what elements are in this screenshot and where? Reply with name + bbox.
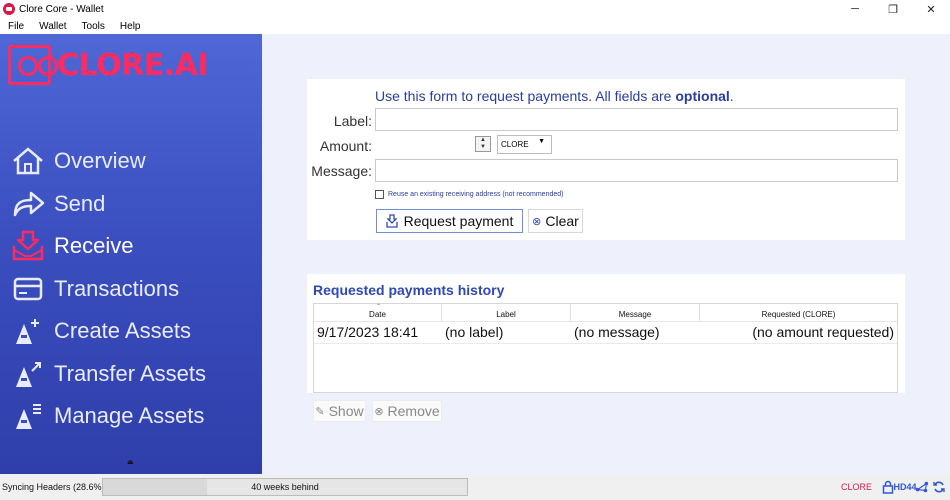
clear-button[interactable]: ⊗ Clear <box>528 209 583 233</box>
unit-indicator[interactable]: CLORE <box>841 482 872 492</box>
network-icon[interactable] <box>915 479 929 495</box>
request-payment-button[interactable]: Request payment <box>376 209 523 233</box>
clear-icon: ⊗ <box>532 215 542 228</box>
reuse-address-row[interactable]: Reuse an existing receiving address (not… <box>375 190 563 199</box>
minimize-button[interactable]: ─ <box>836 0 874 18</box>
history-title: Requested payments history <box>313 282 505 298</box>
window-title: Clore Core - Wallet <box>19 3 104 15</box>
column-requested[interactable]: Requested (CLORE) <box>700 304 897 321</box>
menu-wallet[interactable]: Wallet <box>39 21 66 32</box>
label-field-label: Label: <box>333 113 372 129</box>
sync-status-text: Syncing Headers (28.6%)... <box>2 482 113 492</box>
gpu-chip-icon <box>8 45 59 85</box>
sidebar-nav: Overview Send Receive Transactions Creat… <box>10 140 206 438</box>
sort-indicator-icon: ⌃ <box>376 304 382 310</box>
amount-spinner[interactable]: ▲ ▼ <box>475 136 491 152</box>
sidebar-item-manage-assets[interactable]: Manage Assets <box>10 395 206 438</box>
sidebar-item-label: Overview <box>54 148 146 174</box>
restore-button[interactable]: ❐ <box>874 0 912 18</box>
show-button[interactable]: ✎ Show <box>313 400 366 422</box>
title-bar: Clore Core - Wallet ─ ❐ ✕ <box>0 0 950 18</box>
show-label: Show <box>328 403 364 419</box>
manage-assets-icon <box>10 400 46 432</box>
status-icons: CLORE HD 44 <box>841 479 946 495</box>
receive-inbox-icon <box>10 230 46 262</box>
sync-progress-text: 40 weeks behind <box>251 482 319 492</box>
hd-wallet-icon: HD 44 <box>893 482 917 492</box>
sidebar-item-label: Create Assets <box>54 318 191 344</box>
send-arrow-icon <box>10 188 46 220</box>
history-table[interactable]: ⌃ Date Label Message Requested (CLORE) 9… <box>313 303 898 393</box>
dropdown-arrow-icon: ▼ <box>538 138 545 145</box>
sidebar-item-label: Manage Assets <box>54 403 205 429</box>
cell-amount: (no amount requested) <box>752 324 894 340</box>
logo-text: CLORE.AI <box>57 47 208 83</box>
request-payment-label: Request payment <box>403 213 514 229</box>
message-input[interactable] <box>375 159 898 182</box>
transfer-assets-icon <box>10 358 46 390</box>
app-icon <box>3 3 15 15</box>
remove-button[interactable]: ⊗ Remove <box>372 400 442 422</box>
clear-label: Clear <box>545 213 579 229</box>
sidebar-item-transactions[interactable]: Transactions <box>10 268 206 311</box>
clore-logo: CLORE.AI <box>8 40 208 90</box>
sidebar-item-label: Send <box>54 190 106 216</box>
column-message[interactable]: Message <box>571 304 700 321</box>
create-assets-icon <box>10 315 46 347</box>
reuse-address-label: Reuse an existing receiving address (not… <box>388 191 564 198</box>
receive-page: Use this form to request payments. All f… <box>262 34 950 474</box>
menu-bar: File Wallet Tools Help <box>0 18 950 34</box>
menu-tools[interactable]: Tools <box>82 21 105 32</box>
cell-message: (no message) <box>574 324 660 340</box>
reuse-address-checkbox[interactable] <box>375 190 384 199</box>
remove-icon: ⊗ <box>374 405 384 418</box>
message-field-label: Message: <box>311 163 372 179</box>
sidebar-item-overview[interactable]: Overview <box>10 140 206 183</box>
request-payment-form: Use this form to request payments. All f… <box>307 79 905 240</box>
amount-field-label: Amount: <box>319 138 372 154</box>
sidebar-item-label: Receive <box>54 233 134 259</box>
sidebar-item-transfer-assets[interactable]: Transfer Assets <box>10 353 206 396</box>
status-bar: Syncing Headers (28.6%)... 40 weeks behi… <box>0 474 950 500</box>
table-row[interactable]: 9/17/2023 18:41 (no label) (no message) … <box>314 322 897 344</box>
payments-history-panel: Requested payments history ⌃ Date Label … <box>307 274 905 393</box>
column-label[interactable]: Label <box>442 304 571 321</box>
unit-select[interactable]: CLORE ▼ <box>497 135 552 154</box>
sync-icon <box>932 479 946 495</box>
window-controls: ─ ❐ ✕ <box>836 0 950 18</box>
sidebar-item-send[interactable]: Send <box>10 183 206 226</box>
remove-label: Remove <box>387 403 440 419</box>
menu-file[interactable]: File <box>8 21 24 32</box>
sidebar-item-label: Transfer Assets <box>54 360 207 386</box>
cell-label: (no label) <box>445 324 504 340</box>
sidebar-item-create-assets[interactable]: Create Assets <box>10 310 206 353</box>
amount-input[interactable] <box>375 135 473 154</box>
form-intro: Use this form to request payments. All f… <box>375 88 734 104</box>
cell-date: 9/17/2023 18:41 <box>317 324 419 340</box>
sidebar-collapse-icon[interactable]: ⏏ <box>127 458 134 466</box>
sync-progress-bar: 40 weeks behind <box>102 478 468 496</box>
menu-help[interactable]: Help <box>120 21 141 32</box>
pencil-icon: ✎ <box>315 405 325 418</box>
home-icon <box>10 145 46 177</box>
card-icon <box>10 273 46 305</box>
sidebar-item-label: Transactions <box>54 275 180 301</box>
sidebar: CLORE.AI Overview Send Receive Transacti… <box>0 34 262 474</box>
label-input[interactable] <box>375 108 898 131</box>
table-header: ⌃ Date Label Message Requested (CLORE) <box>314 304 897 322</box>
close-button[interactable]: ✕ <box>912 0 950 18</box>
receive-small-icon <box>385 214 398 228</box>
sidebar-item-receive[interactable]: Receive <box>10 225 206 268</box>
